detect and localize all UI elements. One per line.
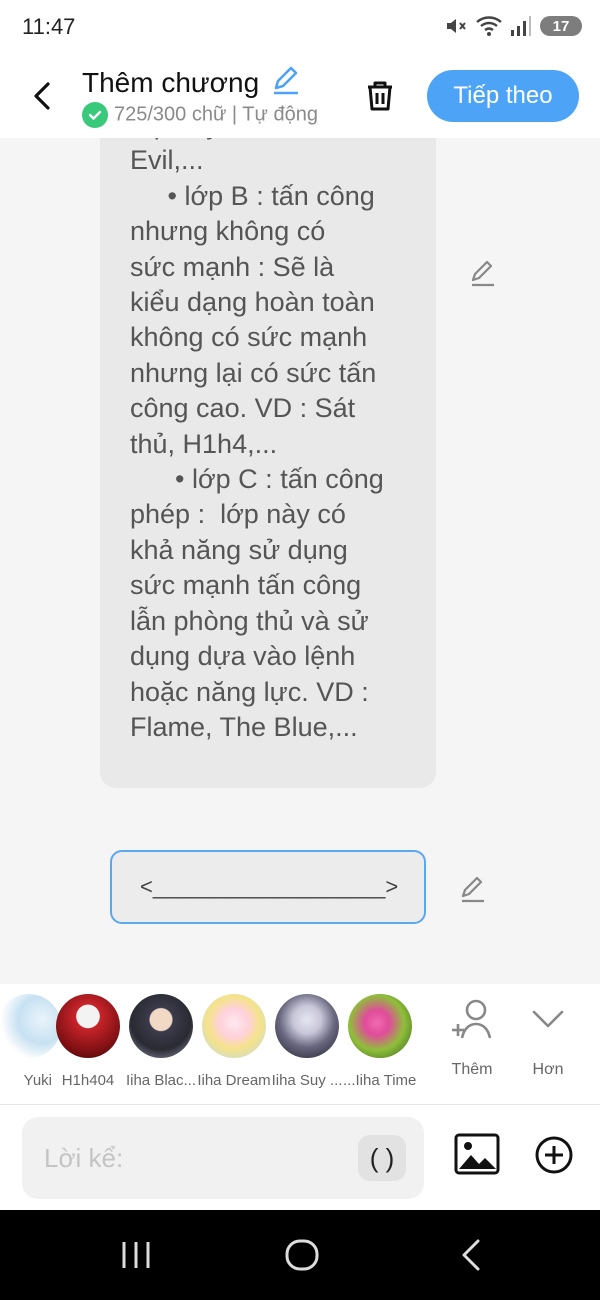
status-icons: 17: [444, 14, 582, 38]
nav-back-button[interactable]: [456, 1238, 486, 1277]
more-label: Hơn: [532, 1061, 564, 1078]
mute-icon: [447, 19, 466, 33]
title-edit-button[interactable]: [270, 64, 302, 101]
delete-button[interactable]: [360, 76, 400, 116]
character-name: Iiha Dream: [197, 1072, 271, 1089]
narration-text: lớp này. VD : Killer, Evil,... • lớp B :…: [130, 138, 384, 742]
add-character-label: Thêm: [451, 1061, 493, 1078]
pencil-icon: [273, 66, 298, 95]
divider-bubble[interactable]: <___________________>: [110, 850, 426, 924]
character-item[interactable]: ...Iiha Time.: [343, 994, 417, 1089]
character-name: H1h404: [61, 1072, 115, 1089]
character-item[interactable]: Iiha Blac...: [124, 994, 198, 1089]
narration-bubble[interactable]: lớp này. VD : Killer, Evil,... • lớp B :…: [100, 138, 436, 788]
character-name: Iiha Suy ...: [271, 1072, 343, 1089]
edit-divider-button[interactable]: [458, 874, 488, 909]
check-icon: [82, 102, 108, 128]
composer-bar: ( ): [0, 1105, 600, 1210]
avatar: [275, 994, 339, 1058]
narration-box: ( ): [22, 1117, 424, 1199]
page-title: Thêm chương: [82, 66, 260, 98]
plus-circle-icon: [535, 1136, 573, 1174]
editor-header: Thêm chương 725/300 chữ | Tự động Tiếp t…: [0, 56, 600, 138]
trash-icon: [368, 81, 392, 111]
chapter-content[interactable]: lớp này. VD : Killer, Evil,... • lớp B :…: [0, 138, 600, 984]
insert-image-button[interactable]: [454, 1133, 500, 1180]
recent-apps-icon: [122, 1242, 150, 1268]
status-bar: 11:47 17: [0, 0, 600, 56]
home-icon: [285, 1239, 319, 1271]
home-button[interactable]: [284, 1238, 320, 1277]
system-nav-bar: [0, 1210, 600, 1300]
image-icon: [454, 1133, 500, 1175]
chevron-down-icon: [532, 1010, 564, 1028]
status-time: 11:47: [22, 14, 76, 39]
avatar: [56, 994, 120, 1058]
more-button[interactable]: Hơn: [518, 996, 578, 1079]
parenthesis-button[interactable]: ( ): [358, 1135, 406, 1181]
next-button[interactable]: Tiếp theo: [427, 70, 579, 122]
narration-input[interactable]: [42, 1137, 346, 1179]
add-button[interactable]: [534, 1135, 574, 1180]
avatar: [348, 994, 412, 1058]
avatar: [202, 994, 266, 1058]
character-bar: Yuki H1h404 Iiha Blac... Iiha Dream Iiha…: [0, 984, 600, 1105]
character-name: Iiha Blac...: [125, 1072, 197, 1089]
word-count: 725/300 chữ | Tự động: [114, 103, 318, 126]
character-item[interactable]: Iiha Dream: [197, 994, 271, 1089]
chevron-left-icon: [34, 82, 50, 110]
battery-indicator: 17: [540, 16, 582, 36]
add-character-button[interactable]: Thêm: [442, 996, 502, 1079]
character-item[interactable]: Iiha Suy ...: [270, 994, 344, 1089]
signal-icon: [511, 16, 531, 36]
wifi-icon: [476, 16, 502, 36]
title-wrap: Thêm chương: [82, 64, 302, 101]
battery-level: 17: [552, 17, 570, 35]
character-item[interactable]: H1h404: [51, 994, 125, 1089]
pencil-icon: [461, 876, 484, 903]
divider-text: <___________________>: [140, 874, 399, 899]
character-name: ...Iiha Time.: [343, 1072, 417, 1089]
avatar: [129, 994, 193, 1058]
word-count-line: 725/300 chữ | Tự động: [82, 102, 330, 128]
pencil-icon: [471, 260, 494, 287]
back-icon: [462, 1239, 480, 1271]
add-person-icon: [452, 999, 492, 1039]
recent-apps-button[interactable]: [118, 1238, 154, 1277]
back-button[interactable]: [26, 76, 58, 116]
edit-bubble-button[interactable]: [468, 258, 498, 293]
